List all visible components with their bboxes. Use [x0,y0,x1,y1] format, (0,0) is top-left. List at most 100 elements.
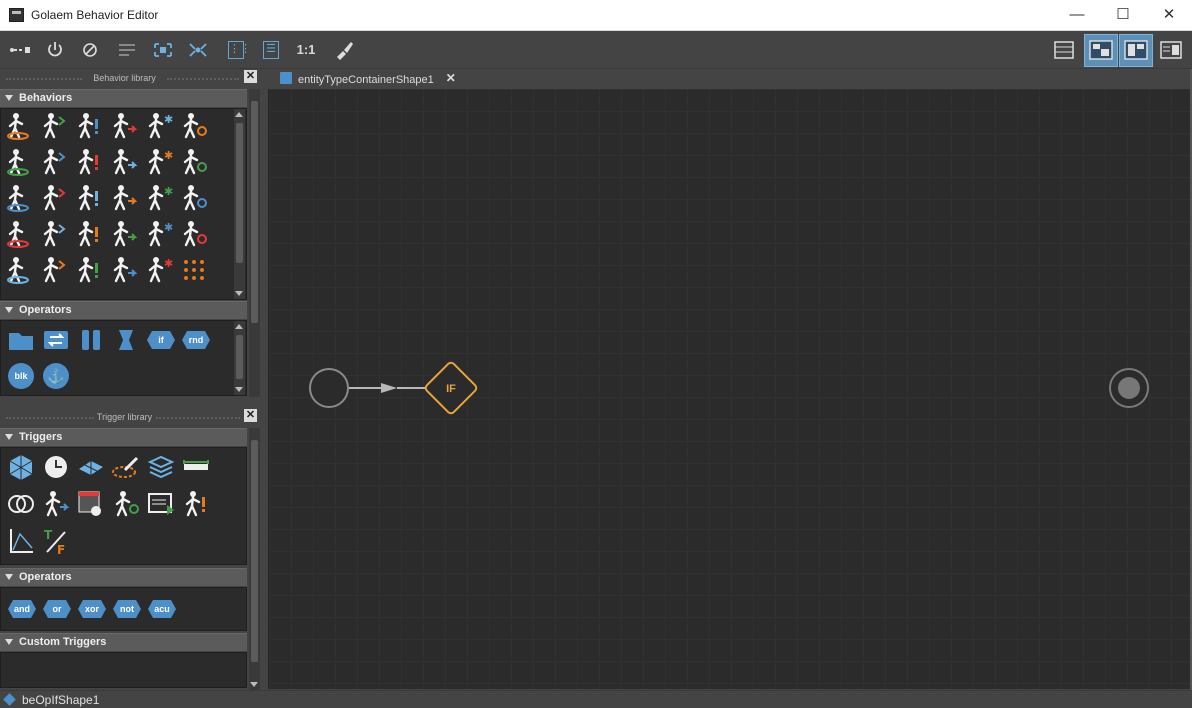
tab-entity-type-container[interactable]: entityTypeContainerShape1 ✕ [278,70,458,88]
behavior-icon[interactable] [179,219,209,249]
trigger-icon[interactable] [146,452,176,482]
tab-close-button[interactable]: ✕ [446,71,456,85]
behavior-icon[interactable] [39,255,69,285]
behavior-library-header[interactable]: Behavior library ✕ [2,70,257,87]
behavior-library-close-button[interactable]: ✕ [244,70,257,83]
trigger-icon[interactable] [41,452,71,482]
behavior-icon[interactable] [74,219,104,249]
end-node[interactable] [1109,368,1149,408]
list-layout-icon[interactable]: ☰ [263,41,279,59]
trigger-icon[interactable] [111,489,141,519]
single-panel-icon[interactable] [1052,37,1076,63]
svg-text:F: F [57,543,65,556]
grid-layout-icon[interactable]: ⋮⋮ [228,41,251,59]
behavior-icon[interactable] [109,183,139,213]
trigger-icon[interactable] [146,489,176,519]
operator-rnd-icon[interactable]: rnd [181,325,211,355]
operators-scrollbar[interactable] [234,321,245,395]
side-panel-icon[interactable] [1158,37,1184,63]
trigger-icon[interactable] [6,526,36,556]
behavior-icon[interactable]: ✱ [144,111,174,141]
zoom-reset-button[interactable]: 1:1 [295,37,317,63]
operator-blk-icon[interactable]: blk [6,361,36,391]
graph-canvas[interactable]: IF [268,89,1190,689]
behaviors-section-header[interactable]: Behaviors [0,89,247,107]
behavior-icon[interactable] [74,183,104,213]
behavior-icon[interactable] [39,147,69,177]
trigger-op-or[interactable]: or [40,594,74,624]
frame-selected-icon[interactable] [187,37,209,63]
start-node[interactable] [309,368,349,408]
power-icon[interactable] [45,37,65,63]
behavior-icon[interactable] [179,111,209,141]
behavior-icon[interactable]: ✱ [144,147,174,177]
behavior-icon[interactable] [179,183,209,213]
behavior-icon[interactable] [4,147,34,177]
trigger-icon[interactable] [41,489,71,519]
behavior-icon[interactable] [4,183,34,213]
behavior-icon[interactable] [109,219,139,249]
trigger-icon[interactable] [6,489,36,519]
align-icon[interactable] [116,37,138,63]
connection-arrow[interactable] [349,383,427,393]
maximize-button[interactable]: ☐ [1100,0,1146,31]
close-button[interactable]: ✕ [1146,0,1192,31]
trigger-icon[interactable] [181,452,211,482]
trigger-icon[interactable] [6,452,36,482]
split-panel-icon[interactable] [1084,34,1118,67]
operator-sync-icon[interactable] [111,325,141,355]
status-bar: beOpIfShape1 [0,690,1192,708]
svg-text:✱: ✱ [164,113,173,126]
behavior-icon[interactable] [4,255,34,285]
trigger-icon[interactable] [76,489,106,519]
trigger-op-xor[interactable]: xor [75,594,109,624]
behavior-icon[interactable]: ✱ [144,219,174,249]
trigger-icon[interactable] [111,452,141,482]
trigger-op-not[interactable]: not [110,594,144,624]
frame-all-icon[interactable] [152,37,174,63]
behavior-icon[interactable] [109,147,139,177]
split-panel-alt-icon[interactable] [1119,34,1153,67]
trigger-library-close-button[interactable]: ✕ [244,409,257,422]
behavior-icon[interactable] [179,255,209,285]
behavior-icon[interactable] [4,111,34,141]
operator-parallel-icon[interactable] [76,325,106,355]
collapse-arrow-icon [5,434,13,440]
trigger-library-scrollbar[interactable] [249,428,260,690]
operator-if-icon[interactable]: if [146,325,176,355]
minimize-button[interactable]: — [1054,0,1100,31]
behavior-icon[interactable] [179,147,209,177]
graph-tab-bar: entityTypeContainerShape1 ✕ [268,69,1192,89]
behavior-icon[interactable] [109,255,139,285]
connect-icon[interactable] [8,37,32,63]
trigger-library-header[interactable]: Trigger library ✕ [2,409,257,426]
behavior-icon[interactable] [109,111,139,141]
disable-icon[interactable] [80,37,100,63]
triggers-section-header[interactable]: Triggers [0,428,247,446]
behavior-icon[interactable] [74,147,104,177]
trigger-operators-section-header[interactable]: Operators [0,568,247,586]
operator-anchor-icon[interactable]: ⚓ [41,361,71,391]
behavior-icon[interactable] [74,111,104,141]
behavior-icon[interactable] [74,255,104,285]
custom-triggers-section-header[interactable]: Custom Triggers [0,633,247,651]
trigger-icon[interactable] [76,452,106,482]
operator-blk-label: blk [8,363,34,389]
behaviors-scrollbar[interactable] [234,109,245,299]
behavior-icon[interactable] [39,111,69,141]
behavior-operators-section-header[interactable]: Operators [0,301,247,319]
trigger-op-acu[interactable]: acu [145,594,179,624]
trigger-op-and[interactable]: and [5,594,39,624]
behavior-icon[interactable] [39,183,69,213]
brush-icon[interactable] [333,37,355,63]
behavior-icon[interactable]: ✱ [144,183,174,213]
trigger-icon[interactable] [181,489,211,519]
operator-loop-icon[interactable] [41,325,71,355]
operator-folder-icon[interactable] [6,325,36,355]
behavior-icon[interactable] [39,219,69,249]
trigger-icon[interactable]: TF [41,526,71,556]
behavior-icon[interactable] [4,219,34,249]
behavior-library-scrollbar[interactable] [249,89,260,397]
if-node[interactable]: IF [424,361,478,415]
behavior-icon[interactable]: ✱ [144,255,174,285]
